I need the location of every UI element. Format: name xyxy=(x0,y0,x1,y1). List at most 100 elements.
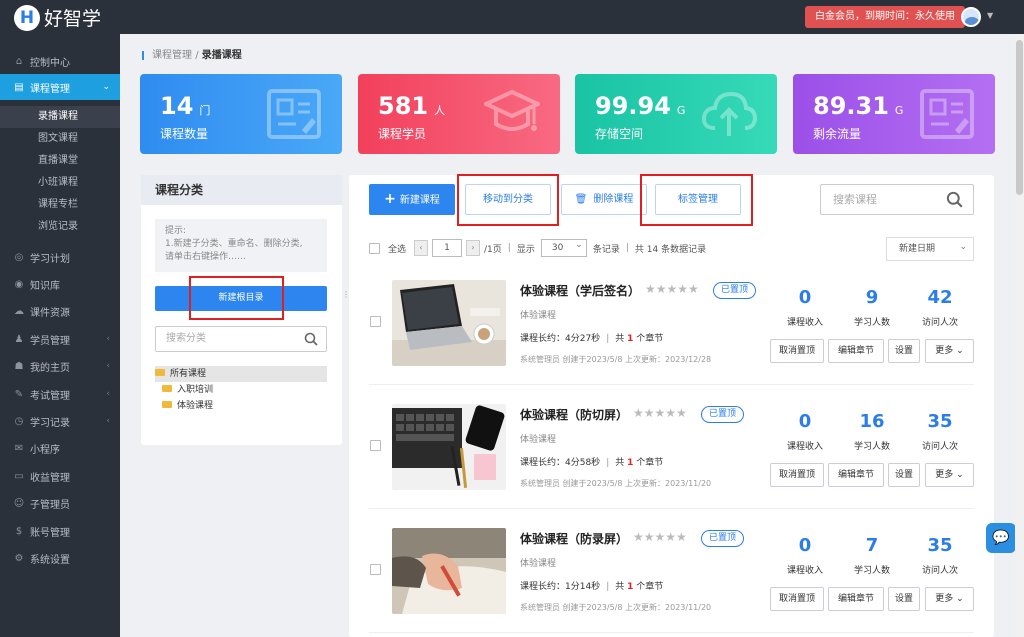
duration-text: 课程长约：1分14秒 xyxy=(520,582,601,592)
divider: | xyxy=(507,243,511,253)
chevron-left-icon: ‹ xyxy=(106,334,110,344)
page-input[interactable]: 1 xyxy=(432,239,463,257)
course-search-input[interactable]: 搜索课程 xyxy=(820,184,974,215)
course-checkbox[interactable] xyxy=(370,440,381,451)
chapters-prefix: 共 xyxy=(615,582,625,592)
sidebar-item-courses[interactable]: ▤ 课程管理 ⌄ xyxy=(0,74,120,100)
stat-label: 课程学员 xyxy=(378,127,427,141)
income-value: 0 xyxy=(798,411,812,432)
avatar[interactable] xyxy=(961,7,981,27)
sidebar-item-settings[interactable]: ⚙ 系统设置 xyxy=(0,545,120,571)
edit-chapters-button[interactable]: 编辑章节 xyxy=(828,339,884,363)
new-course-button[interactable]: + 新建课程 xyxy=(369,184,455,215)
category-tree-label: 入职培训 xyxy=(177,385,214,395)
sort-select[interactable]: 新建日期 xyxy=(886,236,974,261)
settings-icon: ⚙ xyxy=(14,552,24,564)
edit-chapters-button[interactable]: 编辑章节 xyxy=(828,463,884,487)
sidebar-subitem-column[interactable]: 课程专栏 xyxy=(0,194,120,216)
sidebar-item-label: 知识库 xyxy=(30,280,60,292)
sidebar-subitem-live[interactable]: 直播课堂 xyxy=(0,150,120,172)
course-meta: 系统管理员 创建于2023/5/8 上次更新：2023/12/28 xyxy=(520,355,712,364)
delete-course-label: 删除课程 xyxy=(593,194,634,205)
sidebar-subitem-history[interactable]: 浏览记录 xyxy=(0,216,120,238)
stat-card-traffic: 89.31 G 剩余流量 xyxy=(793,74,995,154)
sidebar-item-miniprogram[interactable]: ✉ 小程序 xyxy=(0,435,120,461)
sidebar-item-label: 收益管理 xyxy=(30,472,70,484)
stat-value: 89.31 xyxy=(813,92,889,120)
page-size-select[interactable]: 30 xyxy=(540,237,587,257)
sidebar: ⌂ 控制中心 ▤ 课程管理 ⌄ 录播课程 图文课程 直播课堂 小班课程 课程专栏 浏览… xyxy=(0,34,120,637)
unpin-button[interactable]: 取消置顶 xyxy=(770,463,824,487)
logo-text: 好智学 xyxy=(44,8,102,30)
scrollbar-thumb[interactable] xyxy=(1016,40,1023,195)
chapters-suffix: 个章节 xyxy=(636,582,664,592)
sidebar-item-homepage[interactable]: ☗ 我的主页 ‹ xyxy=(0,353,120,379)
sidebar-item-records[interactable]: ◷ 学习记录 ‹ xyxy=(0,408,120,434)
divider xyxy=(369,384,974,385)
sidebar-subitem-article[interactable]: 图文课程 xyxy=(0,128,120,150)
stat-label: 剩余流量 xyxy=(813,127,862,141)
course-row: 体验课程（防录屏） ★★★★★ 已置顶 体验课程 课程长约：1分14秒 | 共 1 … xyxy=(349,520,994,637)
chat-icon[interactable]: 💬 xyxy=(986,523,1016,553)
plus-icon: + xyxy=(384,191,396,207)
unpin-button[interactable]: 取消置顶 xyxy=(770,339,824,363)
breadcrumb: 课程管理 / 录播课程 xyxy=(142,46,242,61)
settings-button[interactable]: 设置 xyxy=(888,463,920,487)
course-checkbox[interactable] xyxy=(370,316,381,327)
course-checkbox[interactable] xyxy=(370,564,381,575)
category-tree-label: 体验课程 xyxy=(177,401,214,411)
unpin-button[interactable]: 取消置顶 xyxy=(770,587,824,611)
search-icon[interactable] xyxy=(304,332,318,346)
course-thumbnail[interactable] xyxy=(392,404,506,490)
visitors-value: 35 xyxy=(927,535,953,556)
learners-label: 学习人数 xyxy=(853,566,890,576)
stat-unit: 门 xyxy=(199,104,211,117)
logo[interactable]: H 好智学 xyxy=(14,4,101,31)
category-search-input[interactable]: 搜索分类 xyxy=(155,326,327,352)
highlight-box xyxy=(457,174,559,226)
sidebar-item-plan[interactable]: ◎ 学习计划 xyxy=(0,244,120,270)
sidebar-item-knowledge[interactable]: ◉ 知识库 xyxy=(0,271,120,297)
settings-button[interactable]: 设置 xyxy=(888,339,920,363)
course-thumbnail[interactable] xyxy=(392,280,506,366)
sidebar-item-resources[interactable]: ☁ 课件资源 xyxy=(0,298,120,324)
chevron-left-icon: ‹ xyxy=(106,416,110,426)
star-rating[interactable]: ★★★★★ xyxy=(633,406,687,420)
sidebar-item-account[interactable]: $ 账号管理 xyxy=(0,518,120,544)
delete-course-button[interactable]: 🗑 删除课程 xyxy=(561,184,647,215)
membership-badge[interactable]: 白金会员，到期时间：永久使用 xyxy=(805,6,965,28)
sidebar-item-students[interactable]: ♟ 学员管理 ‹ xyxy=(0,326,120,352)
course-title[interactable]: 体验课程（防切屏） xyxy=(520,406,628,423)
sidebar-item-income[interactable]: ▭ 收益管理 xyxy=(0,463,120,489)
records-label: 条记录 xyxy=(592,244,620,255)
category-tree-item[interactable]: 体验课程 xyxy=(155,398,327,414)
search-icon[interactable] xyxy=(946,191,963,208)
course-title[interactable]: 体验课程（学后签名） xyxy=(520,282,640,299)
sidebar-item-exam[interactable]: ✎ 考试管理 ‹ xyxy=(0,381,120,407)
sidebar-item-dashboard[interactable]: ⌂ 控制中心 xyxy=(0,48,120,74)
category-tree-item[interactable]: 入职培训 xyxy=(155,382,327,398)
next-page-button[interactable]: › xyxy=(466,240,481,256)
prev-page-button[interactable]: ‹ xyxy=(414,240,429,256)
more-button[interactable]: 更多 ⌄ xyxy=(925,587,974,611)
tip-line: 1.新建子分类、重命名、删除分类, xyxy=(165,239,303,249)
breadcrumb-parent[interactable]: 课程管理 xyxy=(152,50,192,61)
star-rating[interactable]: ★★★★★ xyxy=(633,530,687,544)
sidebar-item-subadmin[interactable]: ☺ 子管理员 xyxy=(0,490,120,516)
course-list-panel: + 新建课程 移动到分类 🗑 删除课程 标签管理 搜索课程 全选 ‹ 1 › /1页… xyxy=(349,175,994,637)
more-button[interactable]: 更多 ⌄ xyxy=(925,463,974,487)
pinned-badge: 已置顶 xyxy=(701,406,745,423)
edit-chapters-button[interactable]: 编辑章节 xyxy=(828,587,884,611)
category-tree-item[interactable]: 所有课程 xyxy=(155,366,327,382)
select-all-checkbox[interactable] xyxy=(369,242,380,254)
learners-label: 学习人数 xyxy=(853,442,890,452)
sidebar-subitem-smallclass[interactable]: 小班课程 xyxy=(0,172,120,194)
breadcrumb-current: 录播课程 xyxy=(201,50,242,61)
chevron-down-icon[interactable]: ▼ xyxy=(987,11,993,20)
course-thumbnail[interactable] xyxy=(392,528,506,614)
course-title[interactable]: 体验课程（防录屏） xyxy=(520,530,628,547)
sidebar-subitem-recorded[interactable]: 录播课程 xyxy=(0,106,120,128)
settings-button[interactable]: 设置 xyxy=(888,587,920,611)
star-rating[interactable]: ★★★★★ xyxy=(645,282,699,296)
more-button[interactable]: 更多 ⌄ xyxy=(925,339,974,363)
